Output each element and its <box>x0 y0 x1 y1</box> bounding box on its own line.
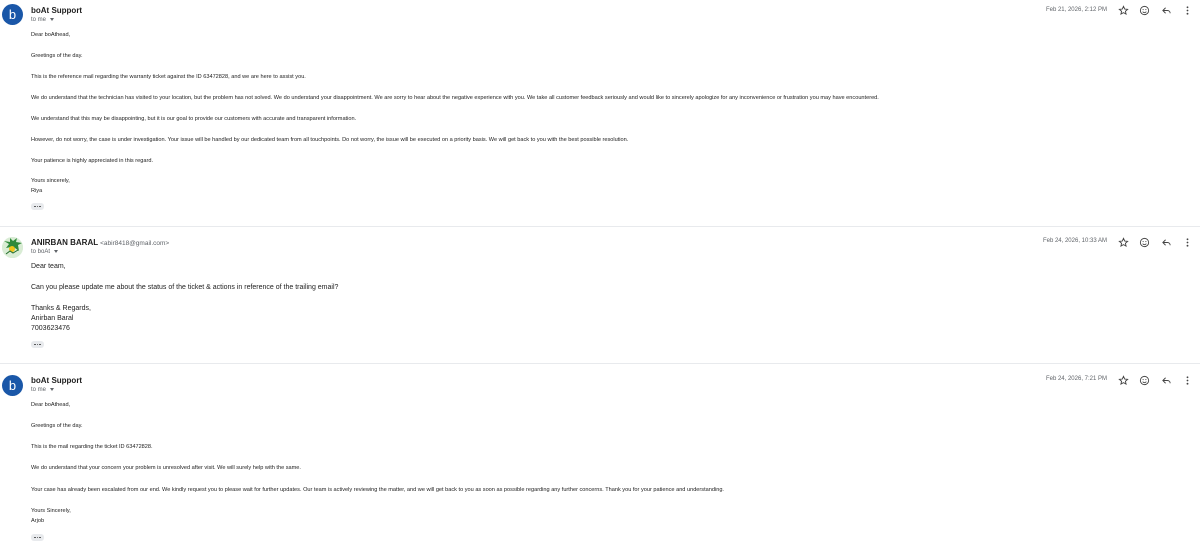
message-body-line: Anirban Baral <box>31 315 74 322</box>
sender-name[interactable]: boAt Support <box>31 376 82 385</box>
reply-icon[interactable] <box>1159 3 1173 17</box>
message-body-line: Can you please update me about the statu… <box>31 284 339 291</box>
reply-icon[interactable] <box>1159 373 1173 387</box>
star-icon[interactable] <box>1116 235 1130 249</box>
message-body-line: Your patience is highly appreciated in t… <box>31 158 153 164</box>
show-trimmed-content-button[interactable] <box>31 341 44 348</box>
recipient-details[interactable]: to boAt <box>31 249 59 255</box>
emoji-icon[interactable] <box>1137 235 1151 249</box>
chevron-down-icon[interactable] <box>50 387 55 391</box>
message-body-line: Dear team, <box>31 263 66 270</box>
message-body-line: We do understand that the technician has… <box>31 95 879 101</box>
message-body-line: We do understand that your concern your … <box>31 465 301 471</box>
message-body-line: Thanks & Regards, <box>31 305 91 312</box>
message-body-line: Dear boAthead, <box>31 402 71 408</box>
chevron-down-icon[interactable] <box>54 249 59 253</box>
show-trimmed-content-button[interactable] <box>31 203 44 210</box>
message-divider <box>0 363 1200 364</box>
message-body-line: 7003623476 <box>31 325 70 332</box>
more-vert-icon[interactable] <box>1180 3 1194 17</box>
message-body-line: However, do not worry, the case is under… <box>31 137 629 143</box>
message-body-line: Riya <box>31 188 43 194</box>
message-divider <box>0 226 1200 227</box>
message-date: Feb 24, 2026, 10:33 AM <box>1042 238 1107 244</box>
message-body-line: Arjob <box>31 518 45 524</box>
more-vert-icon[interactable] <box>1180 235 1194 249</box>
recipient-details[interactable]: to me <box>31 17 55 23</box>
sender-name[interactable]: ANIRBAN BARAL <abir8418@gmail.com> <box>31 238 169 247</box>
message-body-line: Greetings of the day. <box>31 423 83 429</box>
avatar[interactable] <box>2 237 23 258</box>
star-icon[interactable] <box>1116 373 1130 387</box>
recipient-details[interactable]: to me <box>31 387 55 393</box>
emoji-icon[interactable] <box>1137 3 1151 17</box>
show-trimmed-content-button[interactable] <box>31 534 44 541</box>
message-body-line: Your case has already been escalated fro… <box>31 487 724 493</box>
message-date: Feb 21, 2026, 2:12 PM <box>1045 7 1107 13</box>
profile-photo-icon <box>2 237 23 258</box>
message-body-line: Yours Sincerely, <box>31 508 71 514</box>
message-date: Feb 24, 2026, 7:21 PM <box>1045 376 1107 382</box>
avatar[interactable]: b <box>2 375 23 396</box>
message-body-line: This is the mail regarding the ticket ID… <box>31 444 153 450</box>
more-vert-icon[interactable] <box>1180 373 1194 387</box>
chevron-down-icon[interactable] <box>50 17 55 21</box>
message-body-line: Greetings of the day. <box>31 53 83 59</box>
avatar[interactable]: b <box>2 4 23 25</box>
emoji-icon[interactable] <box>1137 373 1151 387</box>
message-body-line: This is the reference mail regarding the… <box>31 74 306 80</box>
sender-email: <abir8418@gmail.com> <box>100 240 170 247</box>
sender-name[interactable]: boAt Support <box>31 6 82 15</box>
reply-icon[interactable] <box>1159 235 1173 249</box>
message-body-line: Yours sincerely, <box>31 178 70 184</box>
message-body-line: Dear boAthead, <box>31 32 71 38</box>
star-icon[interactable] <box>1116 3 1130 17</box>
message-body-line: We understand that this may be disappoin… <box>31 116 357 122</box>
